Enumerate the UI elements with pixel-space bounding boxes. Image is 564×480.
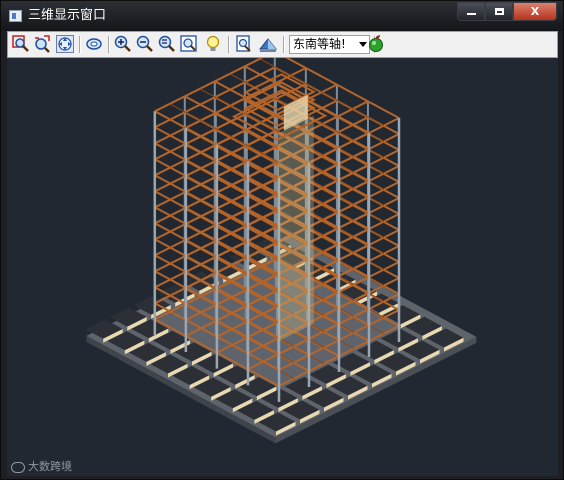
zoom-out-button[interactable] [136,35,154,53]
3d-display-window: 三维显示窗口 X 东南等轴! 大数跨境 [0,0,564,480]
toolbar-separator [228,36,230,53]
zoom-previous-icon [158,35,175,52]
window-app-icon [9,10,22,22]
render-settings-button[interactable] [235,35,253,53]
zoom-in-icon [114,35,131,52]
zoom-previous-button[interactable] [158,35,176,53]
realtime-zoom-icon [35,35,50,53]
toolbar-separator [283,36,285,53]
pan-button[interactable] [56,35,74,53]
close-button[interactable]: X [513,2,557,21]
realtime-zoom-button[interactable] [33,35,51,53]
zoom-in-button[interactable] [114,35,132,53]
maximize-icon [494,8,504,15]
building-model-drawing[interactable] [7,58,558,476]
zoom-extents-icon [180,35,197,52]
title-bar[interactable]: 三维显示窗口 X [1,1,563,31]
minimize-icon [466,13,476,15]
window-title: 三维显示窗口 [28,8,107,23]
shade-mode-button[interactable] [259,35,277,53]
zoom-extents-button[interactable] [180,35,198,53]
view-direction-value: 东南等轴! [293,37,346,51]
watermark: 大数跨境 [11,458,72,474]
shade-mode-icon [259,38,277,52]
orbit-icon [86,38,102,50]
toolbar-separator [79,36,81,53]
light-bulb-icon [206,35,220,51]
watermark-text: 大数跨境 [28,460,72,473]
light-button[interactable] [204,35,222,53]
pan-icon [58,37,72,51]
orbit-button[interactable] [85,35,103,53]
render-settings-icon [236,35,251,52]
view-direction-select[interactable]: 东南等轴! [289,35,370,54]
maximize-button[interactable] [485,2,513,21]
toolbar-separator [108,36,110,53]
zoom-window-icon [12,35,29,52]
3d-viewport[interactable]: 大数跨境 [7,58,558,476]
zoom-window-button[interactable] [12,35,30,53]
zoom-out-icon [136,35,153,52]
watermark-logo-icon [11,461,25,473]
toolbar: 东南等轴! [7,31,558,58]
core-wall [277,115,314,342]
color-button[interactable] [367,35,385,53]
minimize-button[interactable] [457,2,485,21]
chevron-down-icon[interactable] [359,42,367,47]
apple-color-icon [369,35,383,52]
